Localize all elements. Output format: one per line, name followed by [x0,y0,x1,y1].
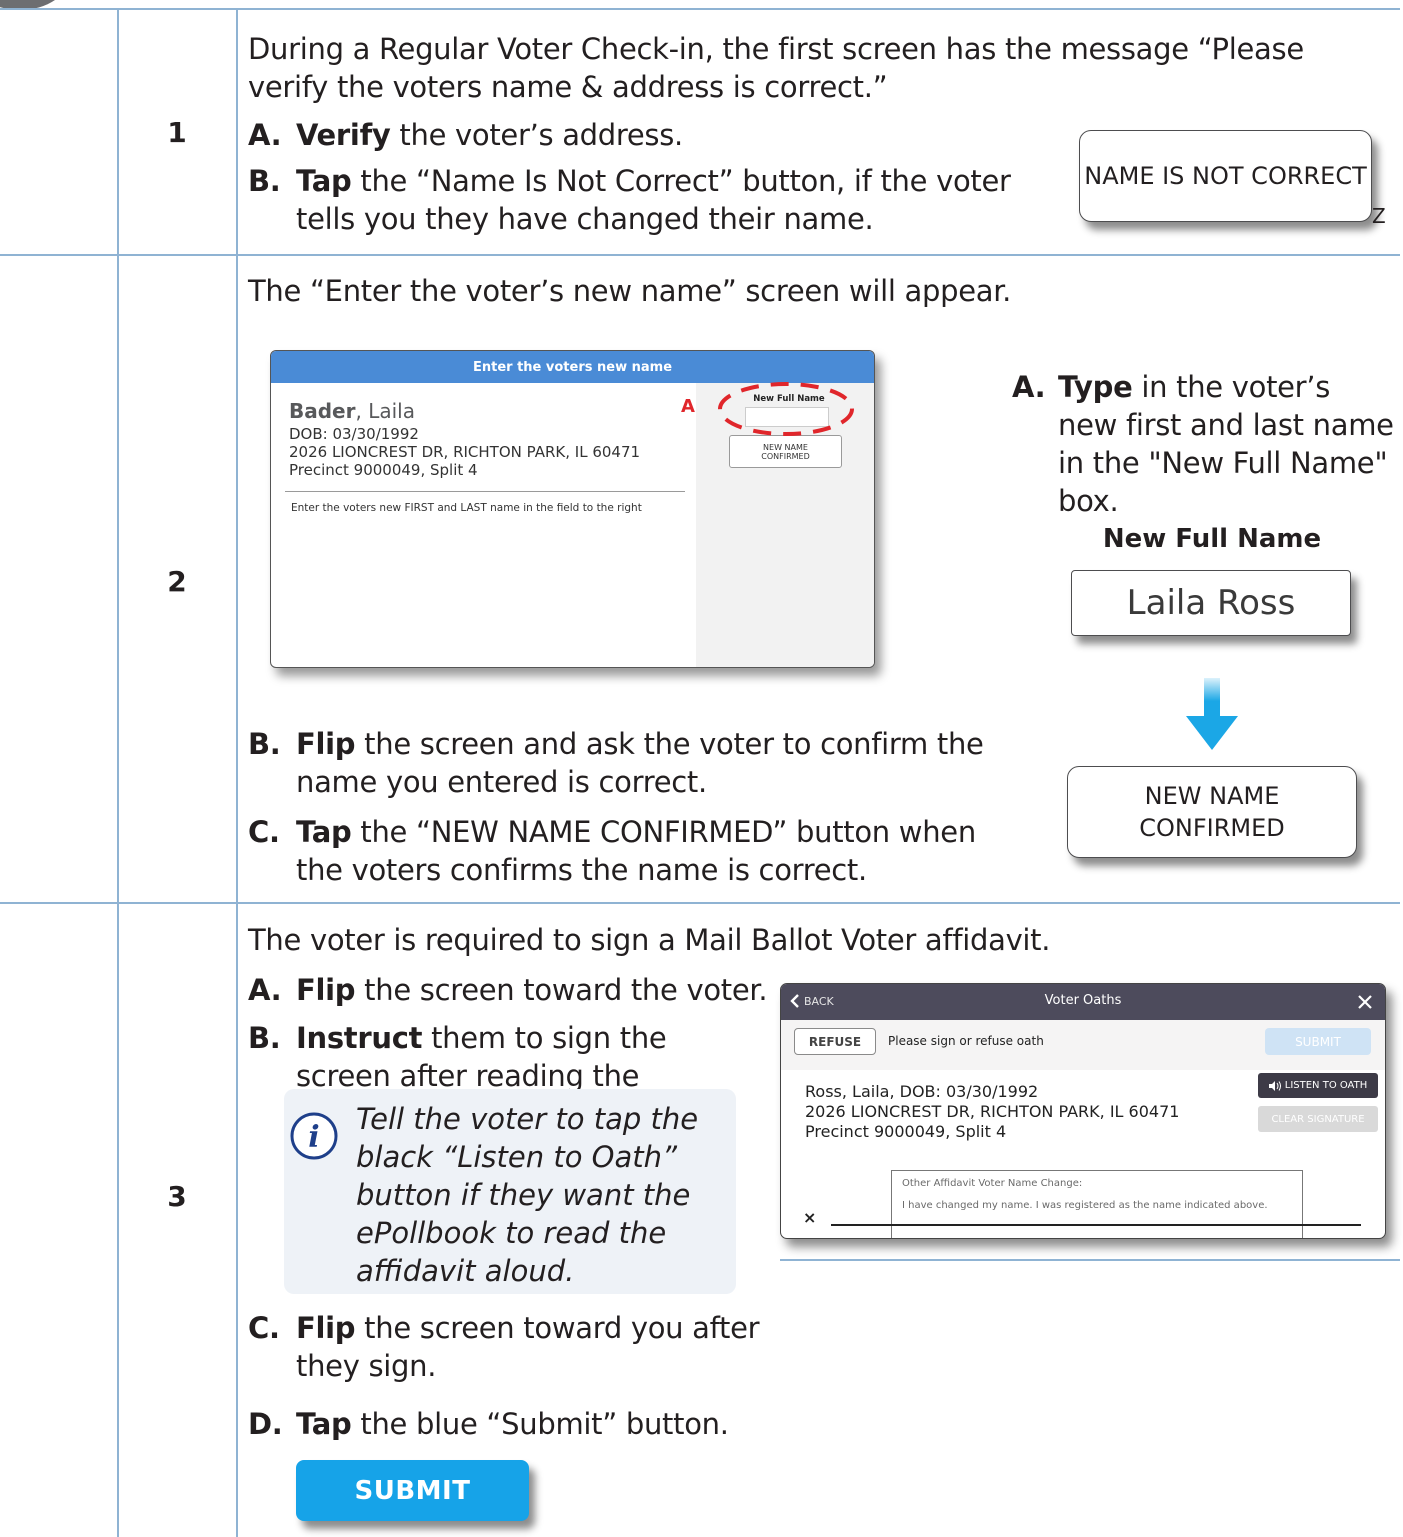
voter-oaths-screen: BACK Voter Oaths REFUSE Please sign or r… [780,983,1386,1239]
step3-item-c: C. Flip the screen toward you after they… [248,1311,760,1383]
step2-item-c: C. Tap the “NEW NAME CONFIRMED” button w… [248,815,976,887]
table-rule-mid [236,8,238,1537]
signature-x: × [803,1208,817,1227]
voter-details: DOB: 03/30/1992 2026 LIONCREST DR, RICHT… [289,425,641,479]
tip-text: Tell the voter to tap the black “Listen … [356,1102,699,1288]
step1-item-b: B. Tap the “Name Is Not Correct” button,… [248,164,1011,236]
speaker-icon [1268,1080,1281,1091]
step1-item-a: A. Verify the voter’s address. [248,118,683,152]
oaths-action-bar: REFUSE Please sign or refuse oath SUBMIT [781,1020,1385,1070]
stray-mark: Z [1372,204,1386,228]
svg-text:i: i [308,1120,319,1155]
oath-prompt: Please sign or refuse oath [888,1034,1044,1048]
voter-name: Bader, Laila [289,399,415,423]
step-number: 2 [167,565,187,598]
name-is-not-correct-button[interactable]: NAME IS NOT CORRECT [1079,130,1372,222]
affidavit-box: Other Affidavit Voter Name Change: I hav… [891,1170,1303,1238]
info-icon: i [290,1112,338,1160]
step2-item-a: A. Type in the voter’s new first and las… [1012,370,1394,518]
close-icon[interactable] [1357,994,1373,1010]
voter-info: Ross, Laila, DOB: 03/30/1992 2026 LIONCR… [805,1082,1180,1141]
new-full-name-field[interactable]: Laila Ross [1071,570,1351,636]
signature-line[interactable] [831,1224,1361,1226]
table-rule-row1 [0,254,1400,256]
new-full-name-title: New Full Name [1102,524,1322,554]
table-rule-left [117,8,119,1537]
step2-item-b: B. Flip the screen and ask the voter to … [248,727,984,799]
highlight-ellipse [718,382,854,436]
step-number: 1 [167,116,187,149]
step3-item-a: A. Flip the screen toward the voter. [248,973,768,1007]
listen-to-oath-button[interactable]: LISTEN TO OATH [1258,1073,1378,1098]
oath-submit-button[interactable]: SUBMIT [1265,1028,1371,1055]
screen-divider [285,491,685,492]
step-number: 3 [167,1180,187,1213]
table-rule-row2 [0,902,1400,904]
screen-instruction: Enter the voters new FIRST and LAST name… [291,502,642,514]
step3-intro: The voter is required to sign a Mail Bal… [248,923,1051,957]
refuse-button[interactable]: REFUSE [794,1028,876,1055]
step1-intro: During a Regular Voter Check-in, the fir… [248,32,1304,104]
screen-underline [780,1259,1400,1261]
oaths-top-bar: BACK Voter Oaths [781,984,1385,1020]
step2-intro: The “Enter the voter’s new name” screen … [248,274,1012,308]
new-name-confirmed-button[interactable]: NEW NAME CONFIRMED [1067,766,1357,858]
step3-item-d: D. Tap the blue “Submit” button. [248,1407,729,1441]
down-arrow-icon [1186,678,1238,750]
submit-button-example[interactable]: SUBMIT [296,1460,529,1521]
table-rule-top [0,8,1400,10]
marker-a: A [681,396,695,417]
oaths-title: Voter Oaths [1044,993,1122,1008]
clear-signature-button[interactable]: CLEAR SIGNATURE [1258,1106,1378,1132]
